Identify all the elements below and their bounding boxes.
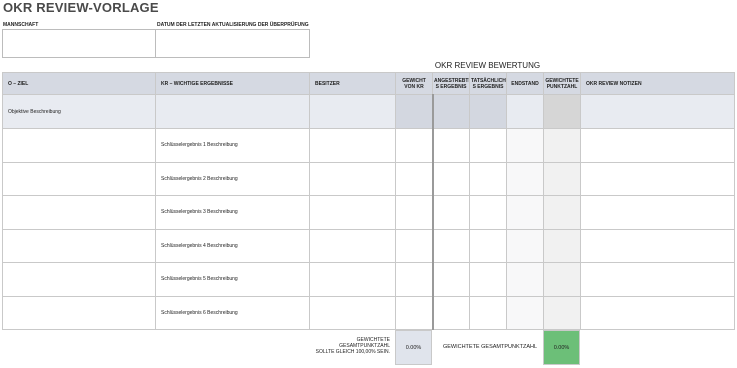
col-target: ANGESTREBTE S ERGEBNIS [432, 72, 470, 95]
kr-target-cell[interactable] [431, 228, 470, 263]
kr-score-cell [543, 195, 581, 230]
table-row: Schlüsselergebnis 5 Beschreibung [2, 262, 735, 297]
kr-description[interactable]: Schlüsselergebnis 4 Beschreibung [155, 228, 310, 263]
section-title: OKR REVIEW BEWERTUNG [434, 61, 541, 70]
col-end-state: ENDSTAND [506, 72, 544, 95]
team-input[interactable] [2, 29, 156, 58]
kr-weight-cell[interactable] [395, 128, 433, 163]
kr-actual-cell[interactable] [469, 195, 507, 230]
kr-score-cell [543, 295, 581, 330]
kr-owner-cell[interactable] [309, 195, 396, 230]
col-owner: BESITZER [309, 72, 396, 95]
kr-weight-cell[interactable] [395, 228, 433, 263]
kr-objective-cell[interactable] [2, 128, 156, 163]
kr-description[interactable]: Schlüsselergebnis 1 Beschreibung [155, 128, 310, 163]
kr-notes-cell[interactable] [580, 295, 735, 330]
team-label: MANNSCHAFT [3, 22, 39, 28]
okr-review-table: O – ZIEL KR – WICHTIGE ERGEBNISSE BESITZ… [2, 72, 735, 330]
page-title: OKR REVIEW-VORLAGE [3, 0, 159, 15]
kr-end-cell[interactable] [506, 295, 544, 330]
kr-actual-cell[interactable] [469, 161, 507, 196]
table-row: Schlüsselergebnis 3 Beschreibung [2, 195, 735, 230]
weight-total-value: 0.00% [395, 330, 432, 365]
kr-end-cell[interactable] [506, 161, 544, 196]
kr-owner-cell[interactable] [309, 161, 396, 196]
kr-weight-cell[interactable] [395, 295, 433, 330]
kr-target-cell[interactable] [431, 195, 470, 230]
table-row: Schlüsselergebnis 2 Beschreibung [2, 161, 735, 196]
weighted-total-label: GEWICHTETE GESAMTPUNKTZAHL [442, 344, 538, 350]
kr-end-cell[interactable] [506, 262, 544, 297]
kr-weight-cell[interactable] [395, 262, 433, 297]
kr-notes-cell[interactable] [580, 161, 735, 196]
kr-score-cell [543, 128, 581, 163]
objective-end-cell[interactable] [506, 94, 544, 129]
objective-actual-cell[interactable] [469, 94, 507, 129]
kr-owner-cell[interactable] [309, 295, 396, 330]
objective-row: Objektive Beschreibung [2, 94, 735, 129]
kr-owner-cell[interactable] [309, 262, 396, 297]
kr-actual-cell[interactable] [469, 295, 507, 330]
objective-kr-cell[interactable] [155, 94, 310, 129]
last-update-label: DATUM DER LETZTEN AKTUALISIERUNG DER ÜBE… [157, 22, 309, 28]
kr-actual-cell[interactable] [469, 262, 507, 297]
kr-objective-cell[interactable] [2, 161, 156, 196]
kr-score-cell [543, 228, 581, 263]
objective-weight-cell[interactable] [395, 94, 433, 129]
kr-owner-cell[interactable] [309, 128, 396, 163]
weight-note-line: SOLLTE GLEICH 100,00% SEIN. [315, 349, 390, 355]
table-row: Schlüsselergebnis 1 Beschreibung [2, 128, 735, 163]
kr-end-cell[interactable] [506, 195, 544, 230]
weighted-total-value: 0.00% [543, 330, 580, 365]
table-row: Schlüsselergebnis 6 Beschreibung [2, 295, 735, 330]
kr-weight-cell[interactable] [395, 195, 433, 230]
kr-target-cell[interactable] [431, 161, 470, 196]
kr-objective-cell[interactable] [2, 295, 156, 330]
kr-target-cell[interactable] [431, 262, 470, 297]
kr-actual-cell[interactable] [469, 228, 507, 263]
table-header-row: O – ZIEL KR – WICHTIGE ERGEBNISSE BESITZ… [2, 72, 735, 95]
kr-notes-cell[interactable] [580, 195, 735, 230]
objective-notes-cell[interactable] [580, 94, 735, 129]
kr-notes-cell[interactable] [580, 128, 735, 163]
kr-end-cell[interactable] [506, 128, 544, 163]
kr-score-cell [543, 161, 581, 196]
col-notes: OKR REVIEW NOTIZEN [580, 72, 735, 95]
kr-score-cell [543, 262, 581, 297]
weight-total-note: GEWICHTETE GESAMTPUNKTZAHL SOLLTE GLEICH… [290, 337, 390, 355]
objective-target-cell[interactable] [431, 94, 470, 129]
objective-score-cell [543, 94, 581, 129]
last-update-input[interactable] [155, 29, 310, 58]
kr-notes-cell[interactable] [580, 228, 735, 263]
col-objective: O – ZIEL [2, 72, 156, 95]
kr-target-cell[interactable] [431, 295, 470, 330]
kr-end-cell[interactable] [506, 228, 544, 263]
col-key-results: KR – WICHTIGE ERGEBNISSE [155, 72, 310, 95]
kr-notes-cell[interactable] [580, 262, 735, 297]
kr-target-cell[interactable] [431, 128, 470, 163]
kr-weight-cell[interactable] [395, 161, 433, 196]
kr-objective-cell[interactable] [2, 195, 156, 230]
objective-description[interactable]: Objektive Beschreibung [2, 94, 156, 129]
col-actual: TATSÄCHLICHE S ERGEBNIS [469, 72, 507, 95]
objective-owner-cell[interactable] [309, 94, 396, 129]
kr-description[interactable]: Schlüsselergebnis 6 Beschreibung [155, 295, 310, 330]
kr-description[interactable]: Schlüsselergebnis 3 Beschreibung [155, 195, 310, 230]
kr-objective-cell[interactable] [2, 262, 156, 297]
kr-owner-cell[interactable] [309, 228, 396, 263]
kr-description[interactable]: Schlüsselergebnis 5 Beschreibung [155, 262, 310, 297]
kr-description[interactable]: Schlüsselergebnis 2 Beschreibung [155, 161, 310, 196]
col-weight: GEWICHT VON KR [395, 72, 433, 95]
col-weighted-score: GEWICHTETE PUNKTZAHL [543, 72, 581, 95]
table-row: Schlüsselergebnis 4 Beschreibung [2, 228, 735, 263]
kr-actual-cell[interactable] [469, 128, 507, 163]
kr-objective-cell[interactable] [2, 228, 156, 263]
